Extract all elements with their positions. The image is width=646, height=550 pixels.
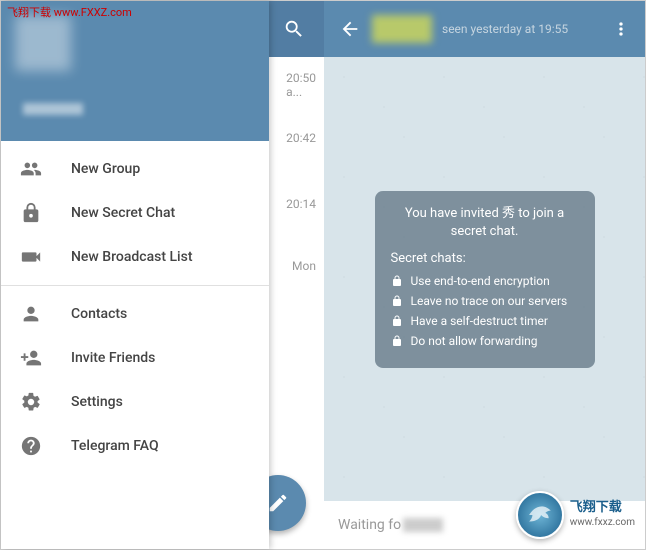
arrow-back-icon [339, 18, 361, 40]
watermark-top: 飞翔下载 www.FXXZ.com [7, 4, 132, 20]
lock-icon [391, 335, 403, 347]
lock-icon [19, 201, 43, 225]
drawer-header [1, 1, 269, 141]
secret-feature-item: Do not allow forwarding [391, 334, 579, 348]
watermark-url: www.fxxz.com [570, 515, 635, 530]
contact-name-blur [372, 15, 432, 43]
back-button[interactable] [334, 18, 366, 40]
drawer-item-new-broadcast[interactable]: New Broadcast List [1, 235, 269, 279]
bird-icon [527, 502, 553, 528]
search-button[interactable] [264, 1, 324, 57]
search-icon [283, 18, 305, 40]
secret-feature-item: Use end-to-end encryption [391, 274, 579, 288]
input-blur [403, 518, 443, 532]
invite-text: You have invited 秀 to join a secret chat… [391, 205, 579, 241]
pencil-icon [267, 492, 289, 514]
chat-time-3: 20:14 [286, 197, 316, 211]
person-icon [19, 302, 43, 326]
drawer-item-invite-friends[interactable]: Invite Friends [1, 336, 269, 380]
lock-icon [391, 275, 403, 287]
gear-icon [19, 390, 43, 414]
group-icon [19, 157, 43, 181]
watermark-title: 飞翔下载 [570, 500, 635, 515]
avatar-blur [15, 15, 71, 71]
drawer-divider [1, 285, 269, 286]
nav-drawer: New Group New Secret Chat New Broadcast … [1, 1, 269, 549]
right-chat-panel: seen yesterday at 19:55 You have invited… [324, 1, 645, 549]
drawer-item-label: New Broadcast List [71, 249, 193, 265]
drawer-item-faq[interactable]: Telegram FAQ [1, 424, 269, 468]
profile-name-blur [23, 103, 83, 115]
chat-time-2: 20:42 [286, 131, 316, 145]
drawer-item-label: Telegram FAQ [71, 438, 159, 454]
drawer-item-label: Invite Friends [71, 350, 155, 366]
secret-feature-item: Leave no trace on our servers [391, 294, 579, 308]
secret-chat-title: Secret chats: [391, 251, 579, 266]
lock-icon [391, 315, 403, 327]
megaphone-icon [19, 245, 43, 269]
chat-body: You have invited 秀 to join a secret chat… [324, 57, 645, 501]
watermark-logo: 飞翔下载 www.fxxz.com [516, 491, 635, 539]
chat-header: seen yesterday at 19:55 [324, 1, 645, 57]
watermark-logo-circle [516, 491, 564, 539]
lock-icon [391, 295, 403, 307]
more-menu-button[interactable] [607, 19, 635, 39]
person-add-icon [19, 346, 43, 370]
chat-time-4: Mon [292, 259, 316, 273]
drawer-item-label: Contacts [71, 306, 127, 322]
secret-feature-item: Have a self-destruct timer [391, 314, 579, 328]
more-vert-icon [611, 19, 631, 39]
drawer-item-label: New Secret Chat [71, 205, 175, 221]
input-waiting-text: Waiting fo [338, 517, 401, 533]
drawer-item-new-group[interactable]: New Group [1, 147, 269, 191]
drawer-item-contacts[interactable]: Contacts [1, 292, 269, 336]
drawer-item-label: Settings [71, 394, 123, 410]
last-seen-status: seen yesterday at 19:55 [442, 22, 607, 36]
drawer-item-settings[interactable]: Settings [1, 380, 269, 424]
drawer-item-label: New Group [71, 161, 140, 177]
chat-time-1: 20:50a... [286, 71, 316, 99]
drawer-item-new-secret-chat[interactable]: New Secret Chat [1, 191, 269, 235]
secret-chat-info-card: You have invited 秀 to join a secret chat… [375, 191, 595, 368]
help-icon [19, 434, 43, 458]
left-app-panel: 20:50a... 20:42 20:14 Mon New Group New [1, 1, 324, 549]
